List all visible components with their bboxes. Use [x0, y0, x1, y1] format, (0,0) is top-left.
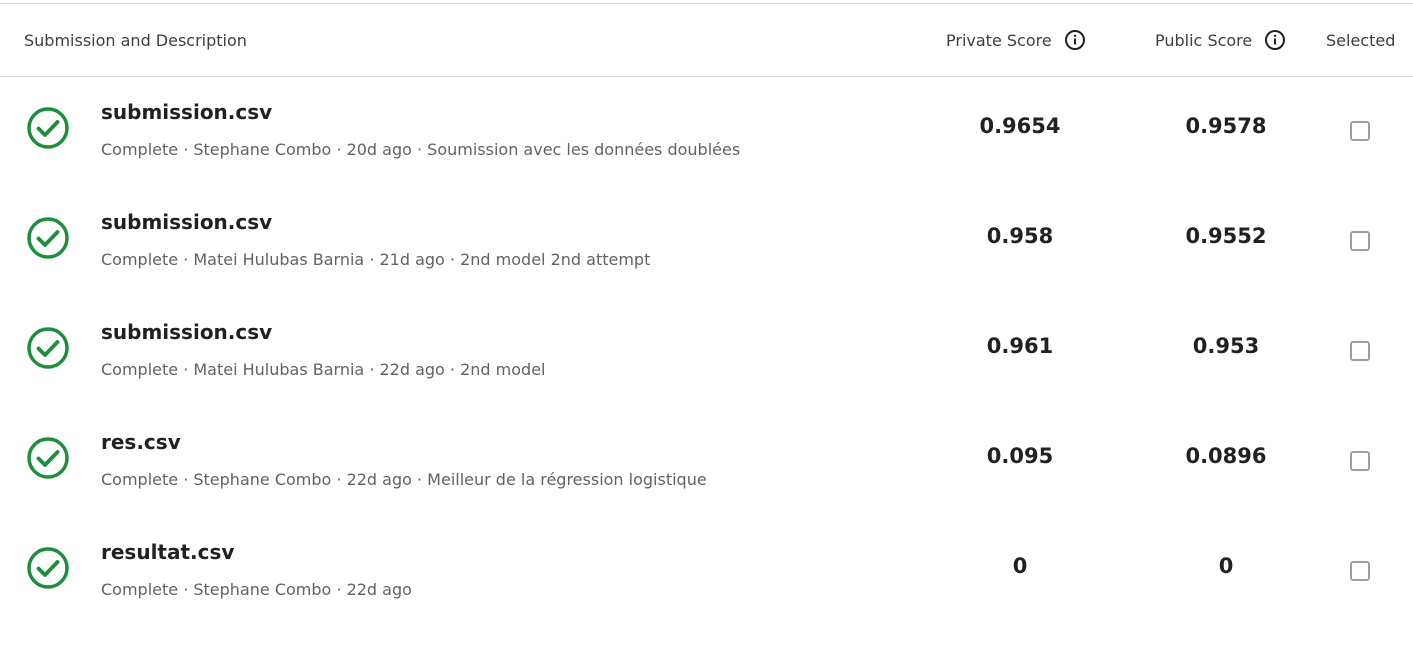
check-circle-icon — [26, 106, 70, 150]
header-public-score: Public Score — [1155, 4, 1286, 76]
table-header: Submission and Description Private Score… — [0, 4, 1413, 77]
submission-meta: Complete · Matei Hulubas Barnia · 21d ag… — [101, 250, 651, 269]
table-row: resultat.csv Complete · Stephane Combo ·… — [0, 517, 1413, 627]
check-circle-icon — [26, 216, 70, 260]
private-score-value: 0.9654 — [979, 114, 1061, 138]
submissions-table: Submission and Description Private Score… — [0, 0, 1413, 650]
selected-checkbox[interactable] — [1350, 561, 1370, 581]
header-selected-label: Selected — [1326, 30, 1396, 50]
submission-meta: Complete · Matei Hulubas Barnia · 22d ag… — [101, 360, 546, 379]
private-score-info-icon[interactable] — [1064, 29, 1086, 51]
public-score-value: 0.953 — [1192, 334, 1260, 358]
header-public-score-label: Public Score — [1155, 30, 1253, 50]
table-row: res.csv Complete · Stephane Combo · 22d … — [0, 407, 1413, 517]
selected-checkbox[interactable] — [1350, 231, 1370, 251]
header-description-label: Submission and Description — [24, 30, 247, 50]
header-selected: Selected — [1326, 4, 1395, 76]
private-score-value: 0.958 — [986, 224, 1054, 248]
table-row: submission.csv Complete · Stephane Combo… — [0, 77, 1413, 187]
submission-file-name[interactable]: resultat.csv — [101, 540, 234, 564]
header-description: Submission and Description — [24, 4, 247, 76]
private-score-value: 0.095 — [986, 444, 1054, 468]
public-score-value: 0.0896 — [1185, 444, 1267, 468]
submission-meta: Complete · Stephane Combo · 22d ago — [101, 580, 412, 599]
selected-checkbox[interactable] — [1350, 451, 1370, 471]
public-score-value: 0.9552 — [1185, 224, 1267, 248]
table-row: submission.csv Complete · Matei Hulubas … — [0, 297, 1413, 407]
submission-file-name[interactable]: submission.csv — [101, 320, 272, 344]
check-circle-icon — [26, 436, 70, 480]
submission-file-name[interactable]: submission.csv — [101, 210, 272, 234]
submission-file-name[interactable]: res.csv — [101, 430, 181, 454]
header-private-score: Private Score — [946, 4, 1086, 76]
header-private-score-label: Private Score — [946, 30, 1052, 50]
check-circle-icon — [26, 546, 70, 590]
submission-meta: Complete · Stephane Combo · 20d ago · So… — [101, 140, 741, 159]
submission-file-name[interactable]: submission.csv — [101, 100, 272, 124]
table-row: submission.csv Complete · Matei Hulubas … — [0, 187, 1413, 297]
check-circle-icon — [26, 326, 70, 370]
public-score-value: 0 — [1218, 554, 1234, 578]
submission-meta: Complete · Stephane Combo · 22d ago · Me… — [101, 470, 707, 489]
public-score-value: 0.9578 — [1185, 114, 1267, 138]
private-score-value: 0 — [1012, 554, 1028, 578]
public-score-info-icon[interactable] — [1264, 29, 1286, 51]
selected-checkbox[interactable] — [1350, 341, 1370, 361]
selected-checkbox[interactable] — [1350, 121, 1370, 141]
private-score-value: 0.961 — [986, 334, 1054, 358]
